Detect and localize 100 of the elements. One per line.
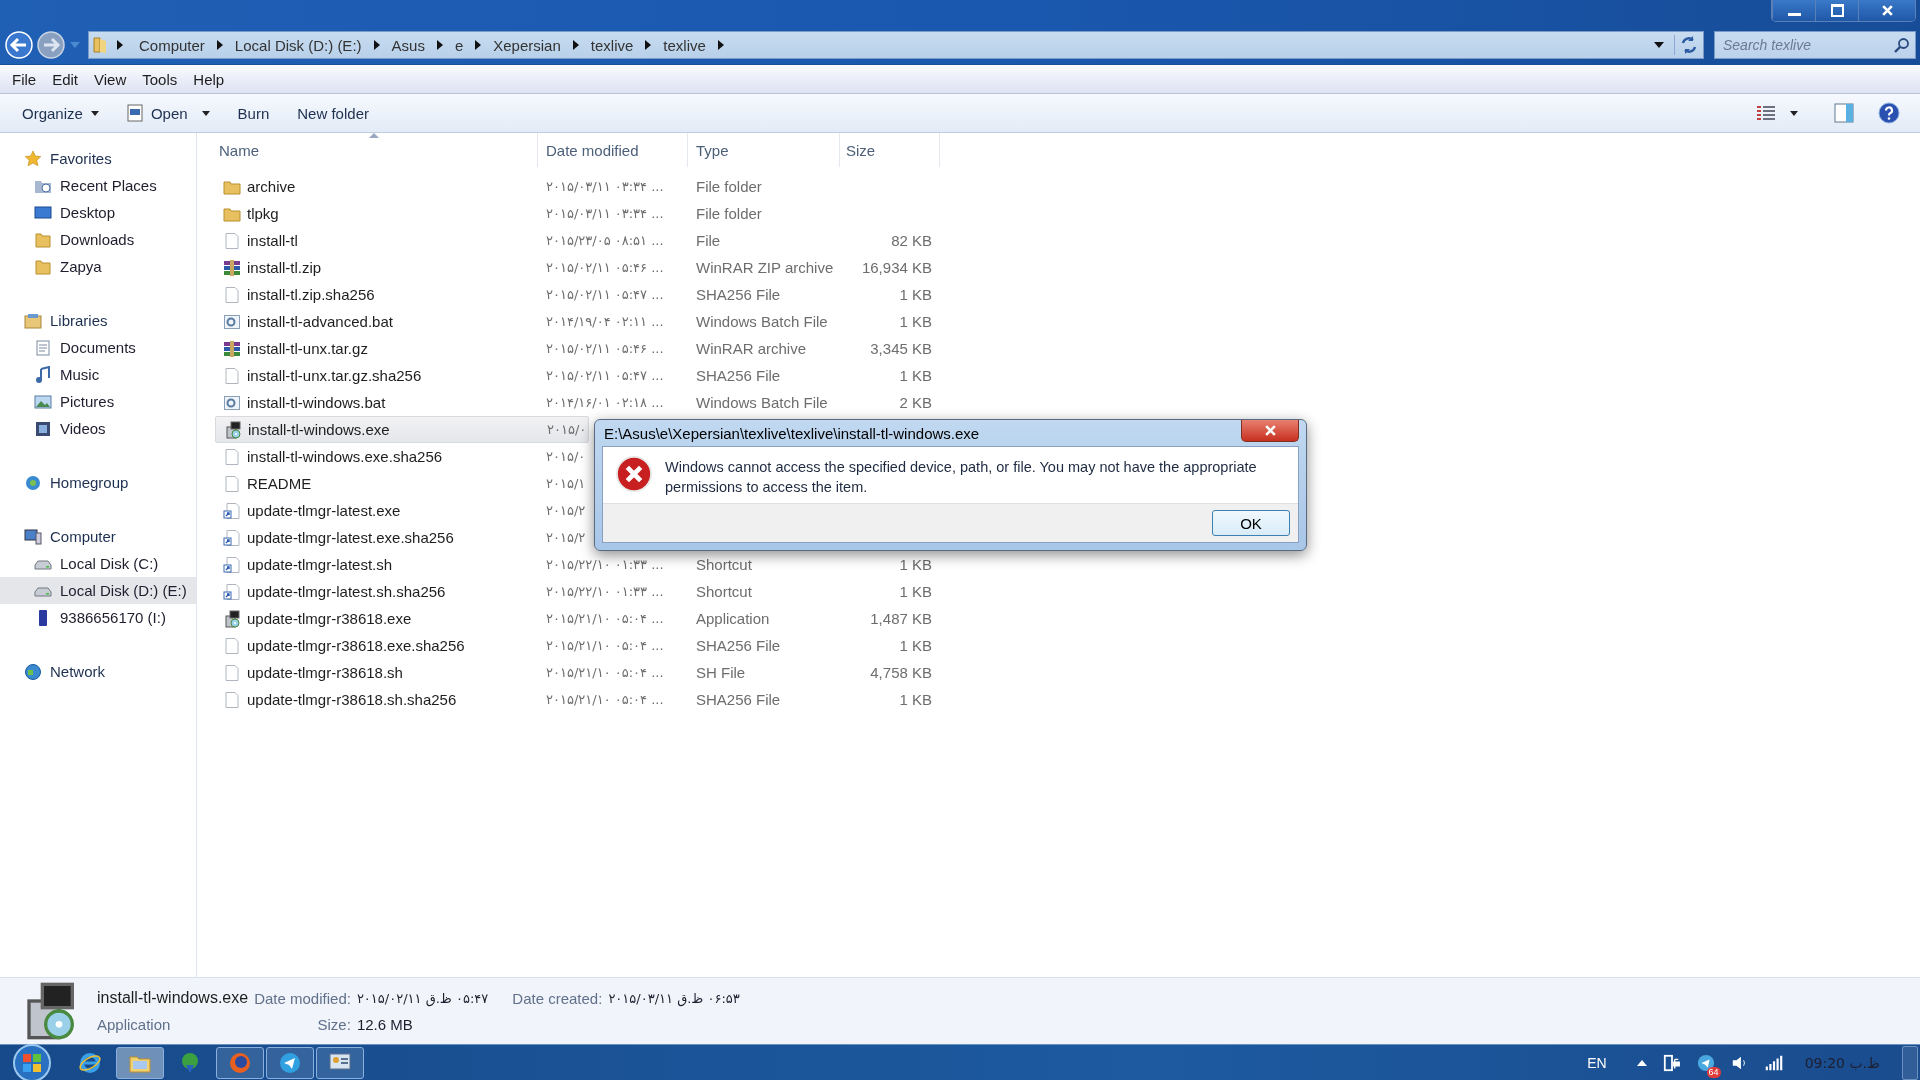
size-cell: 1,487 KB bbox=[870, 610, 932, 627]
caret-icon[interactable] bbox=[1790, 110, 1798, 116]
date-cell: ۲۰۱۵/۰ bbox=[546, 449, 586, 464]
caret-icon[interactable] bbox=[90, 110, 99, 116]
sidebar-item[interactable]: Music bbox=[0, 361, 196, 388]
sidebar-item[interactable]: Downloads bbox=[0, 226, 196, 253]
start-button[interactable] bbox=[12, 1042, 52, 1080]
signal-bars-icon[interactable] bbox=[1764, 1053, 1783, 1072]
close-button[interactable] bbox=[1241, 420, 1299, 442]
document-icon[interactable] bbox=[126, 104, 143, 122]
menu-item[interactable]: View bbox=[86, 68, 135, 90]
minimize-button[interactable] bbox=[1772, 0, 1815, 21]
sidebar-item[interactable]: Computer bbox=[0, 523, 196, 550]
notification-badge: 64 bbox=[1706, 1066, 1721, 1078]
size-cell: 1 KB bbox=[899, 691, 932, 708]
ok-button[interactable]: OK bbox=[1212, 510, 1290, 536]
sidebar-item[interactable]: Desktop bbox=[0, 199, 196, 226]
chevron-icon[interactable] bbox=[475, 40, 482, 50]
breadcrumb-item[interactable]: Computer bbox=[133, 36, 211, 54]
taskbar-button[interactable] bbox=[266, 1046, 314, 1079]
date-cell: ۲۰۱۵/۲۱/۱۰ ۰۵:۰۴ ... bbox=[546, 692, 664, 707]
dropdown-arrow-icon[interactable] bbox=[1654, 42, 1664, 48]
help-icon[interactable] bbox=[1878, 102, 1900, 124]
chevron-icon[interactable] bbox=[717, 40, 724, 50]
file-name: install-tl-windows.exe bbox=[97, 989, 249, 1007]
type-cell: File bbox=[696, 232, 721, 249]
breadcrumb-item[interactable]: Asus bbox=[385, 36, 431, 54]
taskbar-button[interactable] bbox=[116, 1046, 164, 1079]
back-button[interactable] bbox=[4, 30, 34, 60]
type-cell: WinRAR ZIP archive bbox=[696, 259, 834, 276]
file-name: install-tl.zip.sha256 bbox=[247, 286, 375, 303]
breadcrumb-item[interactable]: texlive bbox=[584, 36, 640, 54]
sidebar-item[interactable]: Pictures bbox=[0, 388, 196, 415]
organize-button[interactable]: Organize bbox=[10, 100, 111, 126]
date-cell: ۲۰۱۵/۰۲/۱۱ ۰۵:۴۷ ... bbox=[546, 368, 664, 383]
breadcrumb-item[interactable]: Local Disk (D:) (E:) bbox=[228, 36, 368, 54]
type-cell: SHA256 File bbox=[696, 286, 781, 303]
toolbar-button[interactable]: Burn bbox=[225, 100, 282, 126]
file-name: install-tl-windows.exe.sha256 bbox=[247, 448, 443, 465]
chevron-icon[interactable] bbox=[436, 40, 443, 50]
column-header[interactable]: Size bbox=[840, 133, 940, 167]
sidebar-item[interactable]: Local Disk (D:) (E:) bbox=[0, 577, 196, 604]
sidebar-item[interactable]: Videos bbox=[0, 415, 196, 442]
type-cell: SHA256 File bbox=[696, 691, 781, 708]
date-cell: ۲۰۱۵/۰۳/۱۱ ۰۳:۳۴ ... bbox=[546, 179, 664, 194]
chevron-icon[interactable] bbox=[117, 40, 123, 50]
close-icon[interactable] bbox=[1263, 424, 1277, 437]
column-header[interactable]: Type bbox=[688, 133, 840, 167]
file-name: install-tl bbox=[247, 232, 298, 249]
refresh-icon[interactable] bbox=[1674, 35, 1699, 55]
show-desktop-button[interactable] bbox=[1902, 1045, 1918, 1080]
sidebar-item[interactable]: Favorites bbox=[0, 145, 196, 172]
toolbar-button[interactable]: New folder bbox=[285, 100, 381, 126]
open-button[interactable]: Open bbox=[114, 100, 222, 126]
date-cell: ۲۰۱۵/۱ bbox=[546, 476, 586, 491]
taskbar-button[interactable] bbox=[316, 1046, 364, 1079]
menu-item[interactable]: Tools bbox=[134, 68, 186, 90]
date-cell: ۲۰۱۵/۲۱/۱۰ ۰۵:۰۴ ... bbox=[546, 611, 664, 626]
close-icon[interactable] bbox=[1880, 4, 1894, 17]
view-list-icon[interactable] bbox=[1756, 103, 1776, 123]
error-icon bbox=[615, 455, 653, 493]
caret-icon[interactable] bbox=[201, 110, 210, 116]
sidebar-item[interactable]: Documents bbox=[0, 334, 196, 361]
chevron-icon[interactable] bbox=[216, 40, 223, 50]
file-name: update-tlmgr-latest.exe bbox=[247, 502, 401, 519]
chevron-icon[interactable] bbox=[572, 40, 579, 50]
address-bar[interactable]: Computer Local Disk (D:) (E:) Asus e Xepersian texlive texlive bbox=[88, 31, 1704, 59]
sidebar-item[interactable]: Zapya bbox=[0, 253, 196, 280]
taskbar-button[interactable] bbox=[216, 1046, 264, 1079]
sidebar-item[interactable]: Homegroup bbox=[0, 469, 196, 496]
battery-plug-icon[interactable] bbox=[1662, 1053, 1681, 1072]
menu-item[interactable]: File bbox=[4, 68, 45, 90]
size-cell: 1 KB bbox=[899, 286, 932, 303]
up-arrow-icon[interactable] bbox=[1636, 1059, 1647, 1066]
browser-e-icon[interactable] bbox=[78, 1050, 102, 1075]
computer-icon bbox=[24, 527, 42, 546]
sidebar-item[interactable]: Local Disk (C:) bbox=[0, 550, 196, 577]
sidebar-item[interactable]: 9386656170 (I:) bbox=[0, 604, 196, 631]
menu-item[interactable]: Help bbox=[185, 68, 233, 90]
field-label: Date created: bbox=[512, 989, 603, 1007]
breadcrumb-item[interactable]: Xepersian bbox=[487, 36, 567, 54]
search-field[interactable]: Search texlive bbox=[1714, 31, 1916, 59]
sidebar-item[interactable]: Libraries bbox=[0, 307, 196, 334]
breadcrumb-item[interactable]: texlive bbox=[657, 36, 712, 54]
chevron-icon[interactable] bbox=[373, 40, 380, 50]
forward-button[interactable] bbox=[36, 30, 66, 60]
chevron-icon[interactable] bbox=[645, 40, 652, 50]
type-cell: Shortcut bbox=[696, 583, 752, 600]
sidebar-item[interactable]: Network bbox=[0, 658, 196, 685]
search-icon bbox=[1894, 37, 1910, 53]
file-name: install-tl-unx.tar.gz bbox=[247, 340, 368, 357]
menu-item[interactable]: Edit bbox=[44, 68, 87, 90]
globe-icon bbox=[24, 662, 42, 681]
close-button[interactable] bbox=[1858, 0, 1915, 21]
breadcrumb-item[interactable]: e bbox=[448, 36, 470, 54]
sidebar-item[interactable]: Recent Places bbox=[0, 172, 196, 199]
maximize-button[interactable] bbox=[1815, 0, 1858, 21]
column-header[interactable]: Date modified bbox=[538, 133, 688, 167]
paper-plane-icon[interactable] bbox=[278, 1050, 302, 1075]
language-indicator[interactable]: EN bbox=[1587, 1054, 1607, 1071]
